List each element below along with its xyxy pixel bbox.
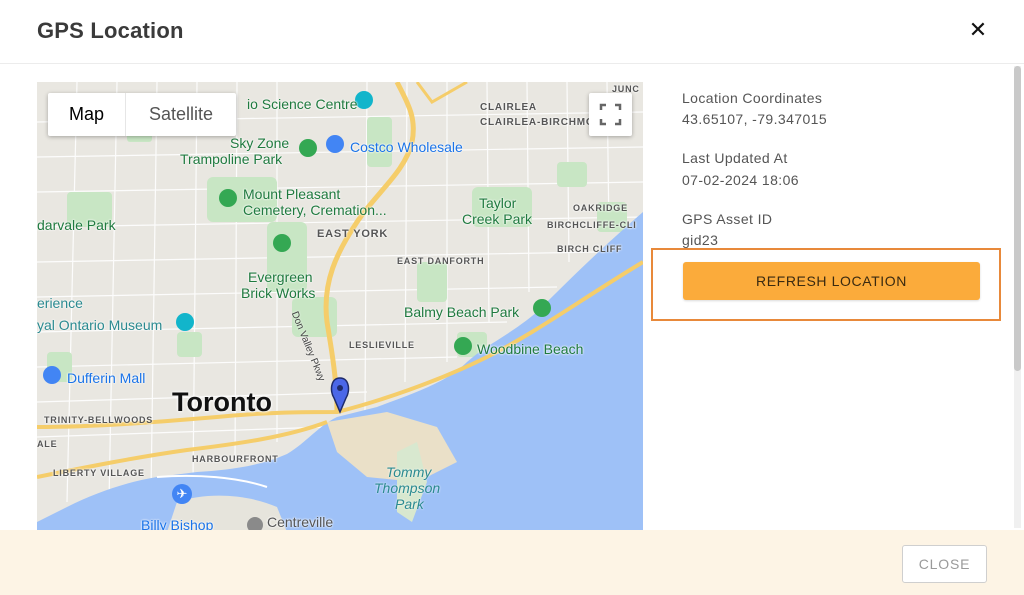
location-coordinates-label: Location Coordinates [682,90,823,106]
location-coordinates-value: 43.65107, -79.347015 [682,111,828,127]
map-label-park: Park [395,496,424,512]
fullscreen-icon [599,103,622,126]
map-label-brick-works: Brick Works [241,285,316,301]
map-label-balmy-beach-park: Balmy Beach Park [404,304,520,320]
map-label-ale: ALE [37,439,58,449]
map-label-harbourfront: HARBOURFRONT [192,454,279,464]
map-label-mount-pleasant: Mount Pleasant [243,186,341,202]
map-label-woodbine-beach: Woodbine Beach [477,341,584,357]
scrollbar[interactable] [1014,66,1021,528]
last-updated-value: 07-02-2024 18:06 [682,172,799,188]
gps-location-dialog: GPS Location ✕ ✈ io Science Centre JUNC … [0,0,1024,595]
map-label-science-centre: io Science Centre [247,96,358,112]
map-label-costco: Costco Wholesale [350,139,463,155]
map-label-birch-cliff: BIRCH CLIFF [557,244,623,254]
map-label-taylor: Taylor [479,195,517,211]
scrollbar-thumb[interactable] [1014,66,1021,371]
map-type-map-button[interactable]: Map [48,93,126,136]
map-label-birchcliffe: BIRCHCLIFFE-CLI [547,220,637,230]
map-label-royal-ontario-museum: yal Ontario Museum [37,317,163,333]
dialog-title: GPS Location [37,18,184,43]
map-label-sky-zone: Sky Zone [230,135,290,151]
close-button[interactable]: CLOSE [902,545,987,583]
map-label-dufferin-mall: Dufferin Mall [67,370,146,386]
map-label-darvale-park: darvale Park [37,217,116,233]
gps-asset-id-label: GPS Asset ID [682,211,773,227]
map-label-east-york: EAST YORK [317,228,389,240]
map-label-leslieville: LESLIEVILLE [349,340,415,350]
map-type-control: Map Satellite [48,93,236,136]
close-icon[interactable]: ✕ [964,16,992,44]
dialog-header: GPS Location ✕ [0,0,1024,64]
map-label-oakridge: OAKRIDGE [573,203,628,213]
map-label-clairlea: CLAIRLEA [480,102,537,113]
map-label-tommy: Tommy [386,464,432,480]
map-label-trampoline-park: Trampoline Park [180,151,283,167]
location-pin-icon[interactable] [330,376,350,414]
map-label-trinity-bellwoods: TRINITY-BELLWOODS [44,415,154,425]
airport-icon: ✈ [176,486,188,501]
map-label-east-danforth: EAST DANFORTH [397,256,485,266]
gps-asset-id-value: gid23 [682,232,719,248]
map-label-experience: erience [37,295,83,311]
map-label-cemetery: Cemetery, Cremation... [243,202,387,218]
map-canvas [37,82,643,532]
refresh-location-button[interactable]: REFRESH LOCATION [683,262,980,300]
map-label-centreville: Centreville [267,514,334,530]
map-label-toronto: Toronto [172,387,272,417]
map-label-clairlea-birchmount: CLAIRLEA-BIRCHMO [480,117,595,128]
last-updated-label: Last Updated At [682,150,788,166]
dialog-footer [0,530,1024,595]
map-type-satellite-button[interactable]: Satellite [126,93,236,136]
map-label-liberty-village: LIBERTY VILLAGE [53,468,145,478]
map-view[interactable]: ✈ io Science Centre JUNC CLAIRLEA CLAIRL… [37,82,643,532]
map-label-evergreen: Evergreen [248,269,313,285]
fullscreen-button[interactable] [589,93,632,136]
map-label-thompson: Thompson [374,480,441,496]
map-label-creek-park: Creek Park [462,211,533,227]
